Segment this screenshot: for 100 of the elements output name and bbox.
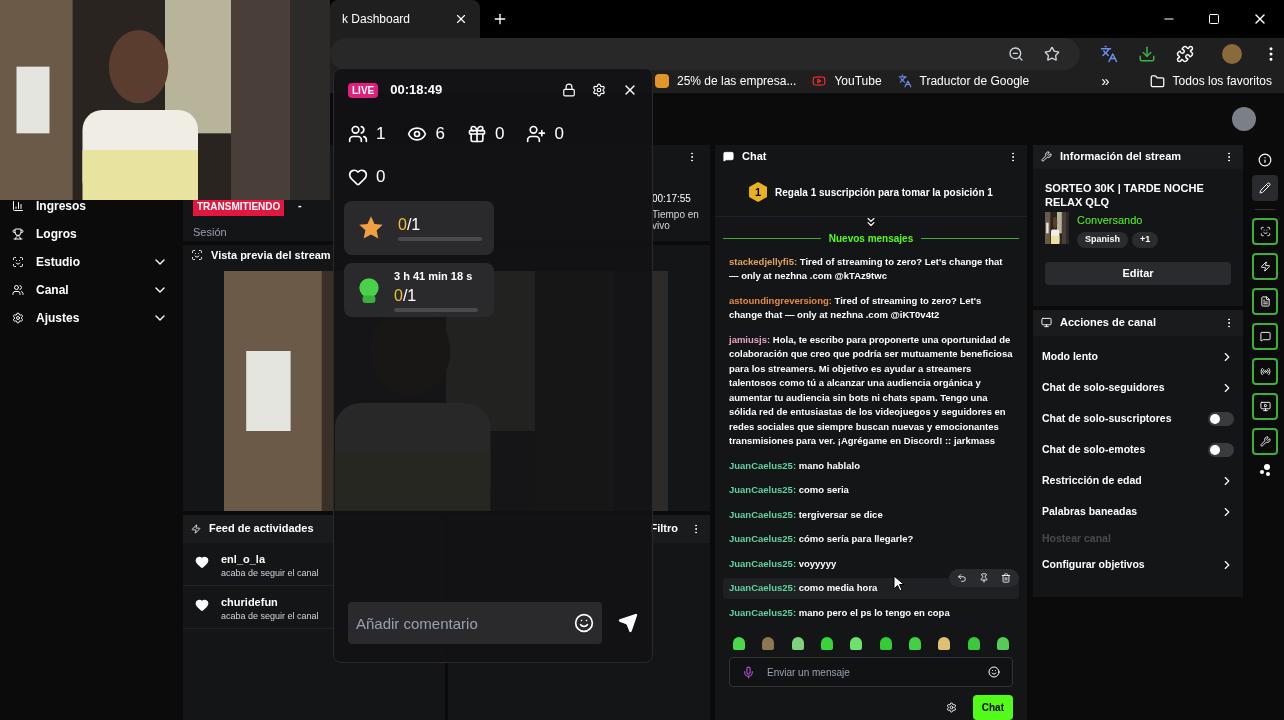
dots-icon[interactable] xyxy=(1258,462,1272,477)
send-chat-button[interactable]: Chat xyxy=(972,695,1013,720)
chat-icon xyxy=(1259,330,1271,342)
send-icon[interactable] xyxy=(618,613,638,633)
channel-action[interactable]: Palabras baneadas xyxy=(1033,496,1243,528)
stat-count: 0 xyxy=(554,123,564,146)
edit-tool[interactable] xyxy=(1252,174,1278,201)
activity-text: acaba de seguir el canal xyxy=(221,567,319,580)
follower-name: churidefun xyxy=(221,594,279,610)
chat-message: JuanCaelus25: voyyyyy xyxy=(728,556,838,571)
emote-icon[interactable] xyxy=(819,635,835,651)
bookmark[interactable]: Traductor de Google xyxy=(897,72,1030,91)
more-bookmarks-button[interactable]: » xyxy=(1101,70,1110,93)
lock-icon[interactable] xyxy=(562,83,576,97)
sidebar-item[interactable]: Logros xyxy=(0,224,180,244)
toggle-switch[interactable] xyxy=(1208,412,1234,426)
emote-icon[interactable] xyxy=(789,635,806,651)
bookmark[interactable]: YouTube xyxy=(812,72,882,91)
translate-icon[interactable] xyxy=(1100,45,1118,63)
stat-count: 1 xyxy=(376,123,386,146)
channel-action: Hostear canal xyxy=(1041,530,1112,546)
user-avatar[interactable] xyxy=(1232,106,1256,131)
panel-title: Acciones de canal xyxy=(1060,315,1156,331)
new-tab-icon[interactable] xyxy=(492,11,508,27)
chat-message: JuanCaelus25: mano pero el ps lo tengo en copa xyxy=(728,605,951,620)
emoji-icon[interactable] xyxy=(988,666,1000,678)
bookmark-star-icon[interactable] xyxy=(1044,46,1060,62)
info-icon[interactable] xyxy=(1258,152,1272,167)
pointer-icon xyxy=(893,574,905,593)
chat-message: stackedjellyfi5: Tired of streaming to zero? Let's change that — only at nezhna .com @kTAz9twc xyxy=(728,254,1004,283)
channel-action[interactable]: Restricción de edad xyxy=(1033,465,1243,497)
channel-action[interactable]: Chat de solo-seguidores xyxy=(1033,372,1243,404)
tag: +1 xyxy=(1132,232,1159,248)
message-input[interactable]: Enviar un mensaje xyxy=(767,658,976,686)
browser-tab[interactable]: k Dashboard xyxy=(330,0,480,38)
zoom-icon[interactable] xyxy=(1008,46,1024,62)
followers-icon xyxy=(526,124,547,144)
channel-action[interactable]: Configurar objetivos xyxy=(1033,549,1243,581)
emote-icon[interactable] xyxy=(906,635,923,651)
profile-avatar[interactable] xyxy=(1222,44,1242,64)
mic-icon[interactable] xyxy=(742,665,755,679)
panel-title: Vista previa del stream xyxy=(211,247,331,263)
widget-tool[interactable] xyxy=(1252,252,1278,280)
widget-tool[interactable] xyxy=(1252,217,1278,245)
edit-button[interactable]: Editar xyxy=(1045,261,1231,285)
channel-action[interactable]: Modo lento xyxy=(1033,341,1243,373)
emote-icon[interactable] xyxy=(994,635,1011,651)
emote-icon[interactable] xyxy=(965,635,982,651)
settings-icon[interactable] xyxy=(945,702,957,713)
studio-icon xyxy=(191,249,203,261)
reply-icon[interactable] xyxy=(957,573,967,583)
download-icon[interactable] xyxy=(1138,45,1156,63)
translate-icon xyxy=(897,74,912,89)
channel-action[interactable]: Chat de solo-emotes xyxy=(1033,434,1243,466)
broadcast-icon xyxy=(1259,365,1271,377)
settings-icon[interactable] xyxy=(592,83,606,97)
emoji-icon[interactable] xyxy=(574,613,594,633)
sidebar-item[interactable]: Ingresos xyxy=(0,196,180,216)
maximize-icon[interactable] xyxy=(1208,13,1220,25)
emote-icon[interactable] xyxy=(936,635,953,651)
chat-message: JuanCaelus25: como seria xyxy=(728,483,850,497)
extensions-icon[interactable] xyxy=(1176,45,1194,63)
trophy-icon xyxy=(12,228,24,240)
views-icon xyxy=(407,124,428,144)
widget-tool[interactable] xyxy=(1252,427,1278,455)
goal-countdown: 3 h 41 min 18 s xyxy=(394,268,474,284)
stat-value: - xyxy=(298,198,302,213)
stream-title: SORTEO 30K | TARDE NOCHE RELAX QLQ xyxy=(1044,180,1205,209)
chat-message: astoundingreversiong: Tired of streaming to zero? Let's change that — only at nezhna .com @iKT0v4t2 xyxy=(728,293,983,322)
panel-title: Información del stream xyxy=(1060,149,1182,165)
sidebar-item[interactable]: Estudio xyxy=(0,252,180,272)
widget-tool[interactable] xyxy=(1252,322,1278,350)
bookmark[interactable]: 25% de las empresa... xyxy=(655,72,797,91)
emote-icon[interactable] xyxy=(848,635,865,651)
panel-title: Chat xyxy=(742,149,767,165)
tag: Spanish xyxy=(1077,232,1128,248)
pencil-icon xyxy=(1259,181,1271,194)
emote-icon[interactable] xyxy=(731,635,747,651)
sidebar-item[interactable]: Ajustes xyxy=(0,308,180,328)
toggle-switch[interactable] xyxy=(1208,443,1234,457)
wrench-icon xyxy=(1041,151,1052,162)
settings-icon xyxy=(12,312,24,324)
gifts-icon xyxy=(466,124,487,144)
widget-tool[interactable] xyxy=(1252,392,1278,420)
delete-icon[interactable] xyxy=(1001,573,1011,583)
stream-timer: 00:18:49 xyxy=(390,81,443,100)
panel-title: Feed de actividades xyxy=(209,521,314,537)
stat-label: Tiempo en vivo xyxy=(652,209,700,231)
message-field[interactable]: Enviar un mensaje xyxy=(729,657,1013,687)
emote-icon[interactable] xyxy=(877,635,894,651)
bolt-icon xyxy=(191,523,201,534)
channel-action[interactable]: Chat de solo-suscriptores xyxy=(1033,403,1243,435)
widget-tool[interactable] xyxy=(1252,287,1278,315)
stat-value: 00:17:55 xyxy=(652,192,692,206)
pin-icon[interactable] xyxy=(979,573,989,583)
widget-tool[interactable] xyxy=(1252,357,1278,385)
all-bookmarks[interactable]: Todos los favoritos xyxy=(1149,72,1272,91)
sidebar-item[interactable]: Canal xyxy=(0,280,180,300)
close-icon[interactable] xyxy=(454,12,468,26)
heart-icon xyxy=(348,167,368,187)
